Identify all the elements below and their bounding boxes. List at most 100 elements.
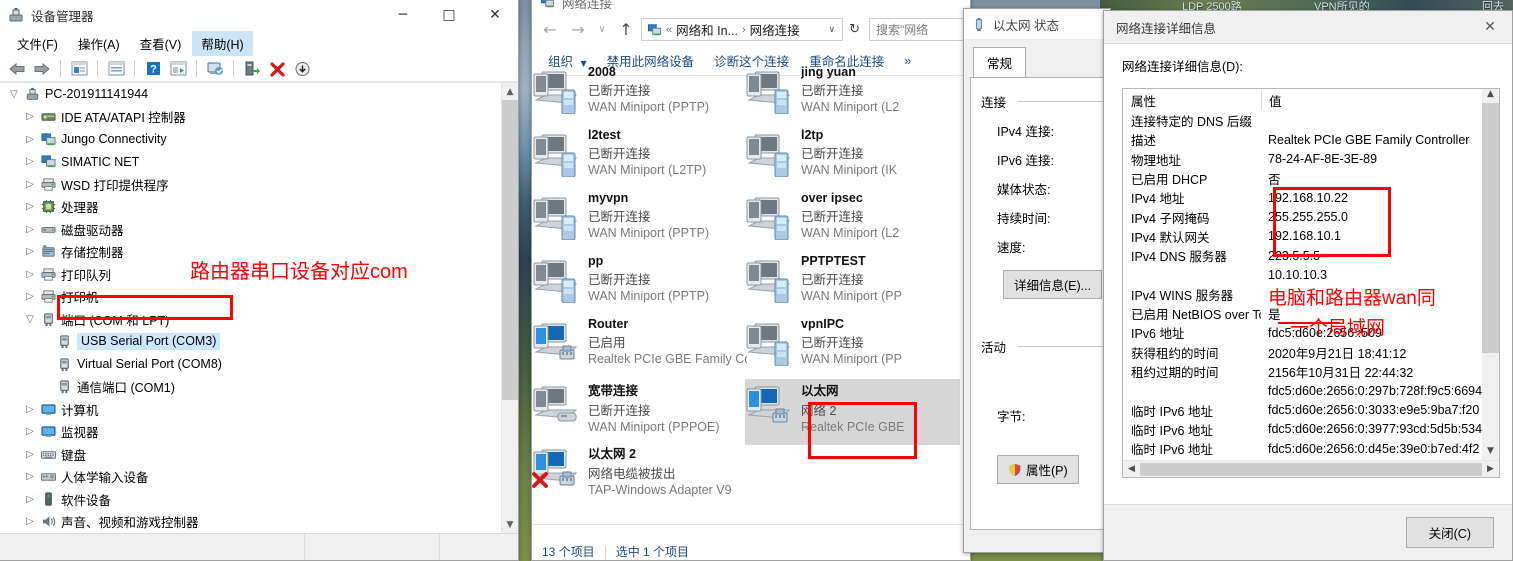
minimize-button[interactable]: ─	[380, 0, 426, 30]
scroll-up-icon[interactable]: ▲	[1482, 89, 1499, 103]
tree-node-simatic-net[interactable]: ▷ SIMATIC NET	[0, 151, 501, 174]
connections-list[interactable]: 2008 已断开连接 WAN Miniport (PPTP) l2test 已断开连接 W…	[532, 64, 970, 524]
breadcrumb-parent[interactable]: 网络和 In...	[676, 20, 738, 39]
details-table-vscrollbar[interactable]: ▲ ▼	[1482, 89, 1499, 460]
tree-node-usb-serial-port-com3-[interactable]: USB Serial Port (COM3)	[0, 331, 501, 354]
chevron-right-icon[interactable]: ▷	[22, 516, 38, 527]
tree-node--com-lpt-[interactable]: ▽ 端口 (COM 和 LPT)	[0, 308, 501, 331]
chevron-right-icon[interactable]: ▷	[22, 224, 38, 235]
scroll-up-icon[interactable]: ▲	[502, 83, 518, 100]
device-tree-scrollbar[interactable]: ▲ ▼	[501, 83, 518, 533]
tree-root-node[interactable]: ▽ PC-201911141944	[0, 83, 501, 106]
details-row[interactable]: 物理地址 78-24-AF-8E-3E-89	[1123, 150, 1499, 169]
menu-file[interactable]: 文件(F)	[8, 31, 67, 56]
chevron-right-icon[interactable]: ▷	[22, 449, 38, 460]
connection-item[interactable]: 以太网 网络 2 Realtek PCIe GBE	[745, 379, 960, 445]
search-input[interactable]: 搜索"网络	[869, 18, 965, 41]
details-row[interactable]: 获得租约的时间 2020年9月21日 18:41:12	[1123, 343, 1499, 362]
connection-item[interactable]: l2tp 已断开连接 WAN Miniport (IK	[745, 127, 960, 193]
details-row[interactable]: 10.10.10.3	[1123, 265, 1499, 284]
scrollbar-thumb[interactable]	[1140, 462, 1482, 476]
details-row[interactable]: IPv4 默认网关 192.168.10.1	[1123, 227, 1499, 246]
close-button[interactable]: ✕	[472, 0, 518, 30]
tree-node--[interactable]: ▷ 存储控制器	[0, 241, 501, 264]
connection-item[interactable]: over ipsec 已断开连接 WAN Miniport (L2	[745, 190, 960, 256]
details-row[interactable]: 连接特定的 DNS 后缀	[1123, 111, 1499, 130]
enable-device-icon[interactable]	[241, 59, 263, 79]
details-row[interactable]: fdc5:d60e:2656:0:297b:728f:f9c5:6694	[1123, 381, 1499, 400]
details-row[interactable]: IPv4 WINS 服务器	[1123, 285, 1499, 304]
details-button[interactable]: 详细信息(E)...	[1003, 270, 1103, 299]
back-button[interactable]: ←	[537, 17, 563, 43]
details-row[interactable]: 临时 IPv6 地址 fdc5:d60e:2656:0:d45e:39e0:b7e…	[1123, 439, 1499, 458]
details-row[interactable]: 已启用 DHCP 否	[1123, 169, 1499, 188]
refresh-button[interactable]: ↻	[845, 22, 864, 37]
chevron-right-icon[interactable]: ▷	[22, 246, 38, 257]
tree-node--com1-[interactable]: 通信端口 (COM1)	[0, 376, 501, 399]
properties-icon[interactable]	[105, 59, 127, 79]
recent-locations-button[interactable]: ∨	[593, 17, 611, 43]
connection-item[interactable]: l2test 已断开连接 WAN Miniport (L2TP)	[532, 127, 747, 193]
chevron-right-icon[interactable]: ▷	[22, 494, 38, 505]
show-hide-console-tree-icon[interactable]	[68, 59, 90, 79]
chevron-down-icon[interactable]: ▽	[6, 89, 22, 100]
chevron-right-icon[interactable]: ▷	[22, 404, 38, 415]
breadcrumb-current[interactable]: 网络连接	[750, 20, 800, 39]
properties-button[interactable]: 属性(P)	[997, 455, 1079, 484]
back-arrow-icon[interactable]	[6, 59, 28, 79]
tree-node-jungo-connectivity[interactable]: ▷ Jungo Connectivity	[0, 128, 501, 151]
tab-general[interactable]: 常规	[973, 47, 1027, 78]
help-icon[interactable]: ?	[142, 59, 164, 79]
details-row[interactable]: IPv6 地址 fdc5:d60e:2656::509	[1123, 323, 1499, 342]
chevron-right-icon[interactable]: ▷	[22, 291, 38, 302]
menu-view[interactable]: 查看(V)	[131, 31, 191, 56]
tree-node--[interactable]: ▷ 打印队列	[0, 263, 501, 286]
chevron-right-icon[interactable]: ▷	[22, 201, 38, 212]
tree-node--[interactable]: ▷ 软件设备	[0, 488, 501, 511]
forward-arrow-icon[interactable]	[31, 59, 53, 79]
device-tree[interactable]: ▽ PC-201911141944 ▷ IDE ATA/ATAPI 控制器 ▷ Jun…	[0, 82, 518, 533]
chevron-right-icon[interactable]: ▷	[22, 134, 38, 145]
tree-node--[interactable]: ▷ 声音、视频和游戏控制器	[0, 511, 501, 534]
connection-item[interactable]: 2008 已断开连接 WAN Miniport (PPTP)	[532, 64, 747, 130]
details-row[interactable]: 描述 Realtek PCIe GBE Family Controller	[1123, 130, 1499, 149]
menu-action[interactable]: 操作(A)	[69, 31, 129, 56]
chevron-right-icon[interactable]: ▷	[22, 156, 38, 167]
chevron-right-icon[interactable]: ▷	[22, 471, 38, 482]
scrollbar-thumb[interactable]	[502, 100, 518, 400]
details-table[interactable]: 属性 值 连接特定的 DNS 后缀 描述 Realtek PCIe GBE Fami…	[1122, 88, 1500, 478]
details-row[interactable]: 临时 IPv6 地址 fdc5:d60e:2656:0:3033:e9e5:9ba…	[1123, 400, 1499, 419]
chevron-down-icon[interactable]: ▽	[22, 314, 38, 325]
chevron-right-icon[interactable]: ▷	[22, 269, 38, 280]
menu-help[interactable]: 帮助(H)	[192, 30, 253, 56]
update-driver-icon[interactable]	[204, 59, 226, 79]
details-row[interactable]: IPv4 地址 192.168.10.22	[1123, 188, 1499, 207]
tree-node--[interactable]: ▷ 键盘	[0, 443, 501, 466]
details-table-hscrollbar[interactable]: ◀ ▶	[1123, 460, 1499, 477]
up-button[interactable]: ↑	[613, 17, 639, 43]
scroll-down-icon[interactable]: ▼	[1482, 446, 1499, 460]
scroll-left-icon[interactable]: ◀	[1123, 464, 1140, 474]
address-bar[interactable]: « 网络和 In... › 网络连接 ∨	[641, 18, 844, 41]
details-row[interactable]: IPv4 子网掩码 255.255.255.0	[1123, 207, 1499, 226]
chevron-right-icon[interactable]: ▷	[22, 111, 38, 122]
connection-item[interactable]: myvpn 已断开连接 WAN Miniport (PPTP)	[532, 190, 747, 256]
close-button[interactable]: 关闭(C)	[1405, 517, 1494, 548]
tree-node-ide-ata-atapi-[interactable]: ▷ IDE ATA/ATAPI 控制器	[0, 106, 501, 129]
chevron-right-icon[interactable]: ▷	[22, 179, 38, 190]
tree-node--[interactable]: ▷ 打印机	[0, 286, 501, 309]
chevron-right-icon[interactable]: ▷	[22, 426, 38, 437]
forward-button[interactable]: →	[565, 17, 591, 43]
scroll-down-icon[interactable]: ▼	[502, 516, 518, 533]
details-row[interactable]: IPv4 DNS 服务器 223.5.5.5	[1123, 246, 1499, 265]
chevron-down-icon[interactable]: ∨	[824, 25, 841, 35]
connection-item[interactable]: vpnIPC 已断开连接 WAN Miniport (PP	[745, 316, 960, 382]
scrollbar-thumb[interactable]	[1482, 103, 1499, 353]
details-row[interactable]: 已启用 NetBIOS over Tc... 是	[1123, 304, 1499, 323]
details-row[interactable]: 临时 IPv6 地址 fdc5:d60e:2656:0:3977:93cd:5d5…	[1123, 420, 1499, 439]
scan-for-changes-icon[interactable]	[291, 59, 313, 79]
connection-item[interactable]: 宽带连接 已断开连接 WAN Miniport (PPPOE)	[532, 379, 747, 445]
tree-node--[interactable]: ▷ 磁盘驱动器	[0, 218, 501, 241]
tree-node--[interactable]: ▷ 监视器	[0, 421, 501, 444]
scan-hardware-icon[interactable]	[167, 59, 189, 79]
